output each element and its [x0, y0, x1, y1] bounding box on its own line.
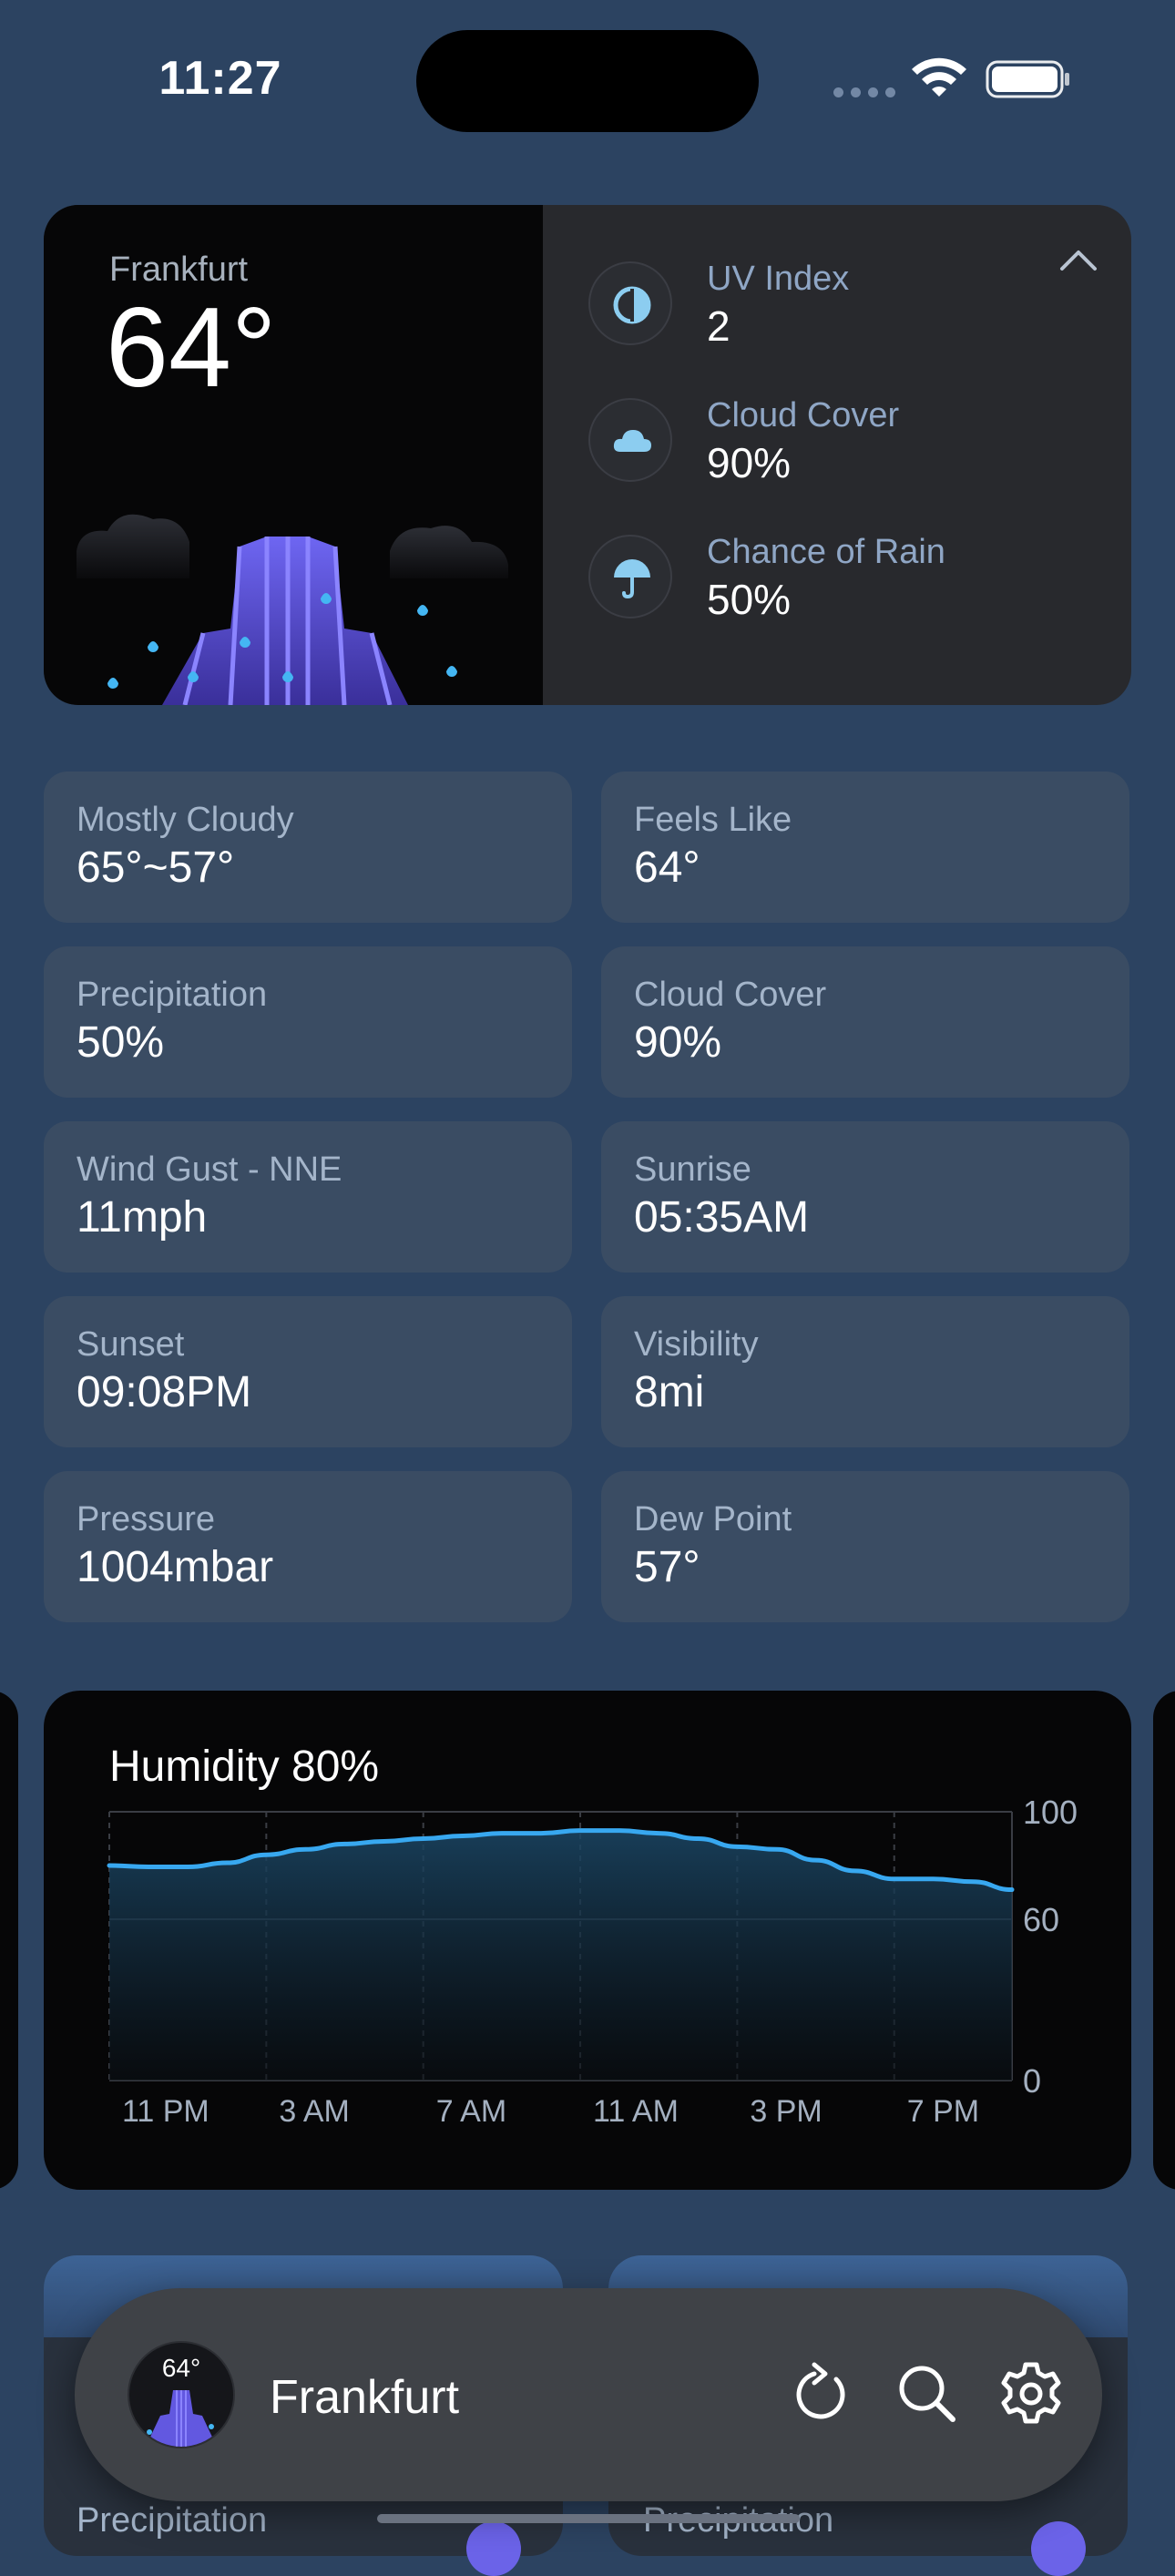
battery-icon — [986, 60, 1069, 98]
tile-label: Sunset — [77, 1325, 185, 1364]
y-tick-label: 0 — [1023, 2062, 1041, 2100]
detail-uv-index: UV Index 2 — [588, 241, 1098, 351]
tile-label: Feels Like — [634, 801, 792, 839]
cellular-signal-icon — [833, 86, 903, 102]
tile-sunset: Sunset 09:08PM — [44, 1296, 572, 1447]
umbrella-icon — [588, 535, 672, 618]
location-avatar[interactable]: 64° — [128, 2341, 235, 2448]
detail-cloud-cover: Cloud Cover 90% — [588, 378, 1098, 487]
wifi-icon — [912, 57, 966, 97]
status-time: 11:27 — [158, 52, 282, 105]
current-details-panel: UV Index 2 Cloud Cover 90% Chance of Rai… — [543, 205, 1131, 705]
tile-precipitation: Precipitation 50% — [44, 946, 572, 1098]
tile-value: 65°~57° — [77, 843, 235, 892]
x-tick-label: 3 PM — [750, 2094, 822, 2129]
x-tick-label: 7 AM — [436, 2094, 506, 2129]
detail-label: Cloud Cover — [707, 396, 900, 434]
tile-feels-like: Feels Like 64° — [601, 772, 1129, 923]
detail-value: 50% — [707, 576, 792, 623]
carousel-next-card[interactable] — [1153, 1691, 1175, 2190]
tile-label: Mostly Cloudy — [77, 801, 294, 839]
tile-visibility: Visibility 8mi — [601, 1296, 1129, 1447]
detail-chance-of-rain: Chance of Rain 50% — [588, 515, 1098, 624]
rain-landmark-illustration — [77, 514, 508, 705]
x-tick-label: 11 AM — [593, 2094, 679, 2129]
current-weather-card[interactable]: Frankfurt 64° UV Index 2 Cloud Cover 90%… — [44, 205, 1131, 705]
tile-label: Pressure — [77, 1500, 216, 1538]
tile-label: Wind Gust - NNE — [77, 1150, 342, 1189]
tile-value: 11mph — [77, 1193, 208, 1242]
detail-value: 90% — [707, 439, 792, 486]
landmark-icon — [146, 2390, 217, 2447]
precipitation-indicator — [1031, 2521, 1086, 2576]
dynamic-island — [416, 30, 759, 132]
search-icon[interactable] — [891, 2357, 964, 2430]
tile-value: 1004mbar — [77, 1543, 274, 1591]
tile-label: Precipitation — [77, 976, 268, 1014]
humidity-area — [109, 1830, 1012, 2080]
y-tick-label: 60 — [1023, 1901, 1059, 1938]
detail-label: Chance of Rain — [707, 533, 945, 571]
tile-label: Sunrise — [634, 1150, 751, 1189]
current-temperature: 64° — [106, 285, 277, 411]
tile-cloud-cover: Cloud Cover 90% — [601, 946, 1129, 1098]
gear-icon[interactable] — [995, 2357, 1068, 2430]
tile-sunrise: Sunrise 05:35AM — [601, 1121, 1129, 1273]
tile-value: 90% — [634, 1018, 722, 1067]
carousel-previous-card[interactable] — [0, 1691, 18, 2190]
bottom-location-bar: 64° Frankfurt — [75, 2288, 1102, 2501]
tile-value: 09:08PM — [77, 1368, 252, 1416]
detail-value: 2 — [707, 302, 731, 350]
tile-label: Visibility — [634, 1325, 759, 1364]
tile-mostly-cloudy: Mostly Cloudy 65°~57° — [44, 772, 572, 923]
home-indicator — [377, 2514, 800, 2523]
refresh-icon[interactable] — [787, 2357, 860, 2430]
tile-label: Cloud Cover — [634, 976, 827, 1014]
uv-index-icon — [588, 261, 672, 345]
tile-label: Dew Point — [634, 1500, 792, 1538]
tile-value: 05:35AM — [634, 1193, 810, 1242]
current-weather-summary: Frankfurt 64° — [44, 205, 543, 705]
tile-value: 57° — [634, 1543, 700, 1591]
x-tick-label: 11 PM — [122, 2094, 209, 2129]
detail-label: UV Index — [707, 260, 850, 298]
city-name: Frankfurt — [109, 250, 249, 289]
bar-city-name: Frankfurt — [270, 2371, 460, 2424]
tile-value: 8mi — [634, 1368, 705, 1416]
humidity-chart: 100 60 0 11 PM 3 AM 7 AM 11 AM 3 PM 7 PM — [107, 1794, 1078, 2129]
tile-value: 64° — [634, 843, 700, 892]
tile-pressure: Pressure 1004mbar — [44, 1471, 572, 1622]
y-tick-label: 100 — [1023, 1794, 1078, 1831]
x-tick-label: 7 PM — [907, 2094, 979, 2129]
cloud-icon — [588, 398, 672, 482]
tile-wind-gust: Wind Gust - NNE 11mph — [44, 1121, 572, 1273]
humidity-card[interactable]: Humidity 80% 100 60 0 11 PM 3 AM 7 AM 11 AM 3 P… — [44, 1691, 1131, 2190]
tile-value: 50% — [77, 1018, 165, 1067]
tile-dew-point: Dew Point 57° — [601, 1471, 1129, 1622]
forecast-card-label: Precipitation — [77, 2501, 268, 2540]
x-tick-label: 3 AM — [279, 2094, 349, 2129]
precipitation-indicator — [466, 2521, 521, 2576]
